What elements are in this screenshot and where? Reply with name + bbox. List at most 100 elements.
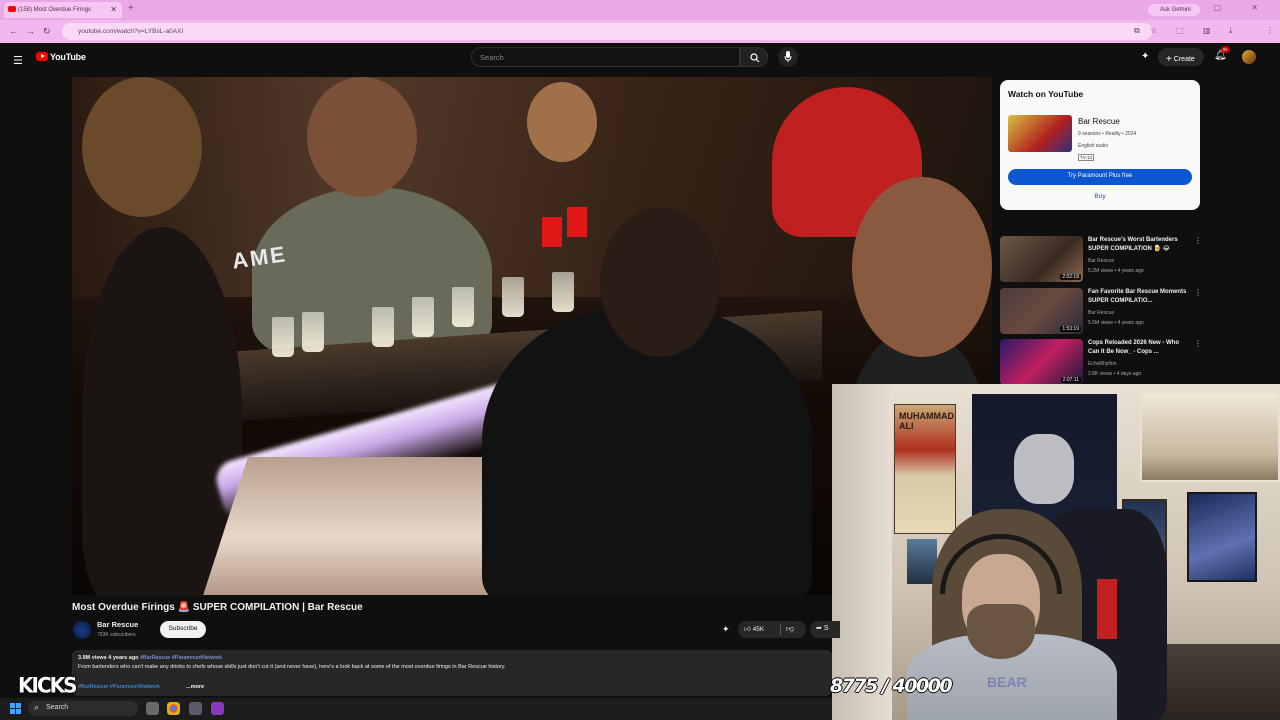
show-meta: 9 seasons • Reality • 2024: [1078, 131, 1137, 137]
duration-badge: 2:02:18: [1060, 274, 1081, 280]
show-name[interactable]: Bar Rescue: [1078, 117, 1120, 126]
forward-icon[interactable]: →: [26, 26, 35, 36]
channel-name[interactable]: Bar Rescue: [97, 620, 138, 629]
video-frame-figure: [600, 207, 720, 357]
webcam-streamer-beard: [967, 604, 1035, 659]
more-options-icon[interactable]: ⋮: [1194, 339, 1202, 348]
video-title-part2: SUPER COMPILATION | Bar Rescue: [192, 602, 363, 613]
voice-search-button[interactable]: [778, 47, 798, 67]
sidepanel-icon[interactable]: ▥: [1203, 26, 1211, 35]
video-frame-red-cup: [542, 217, 562, 247]
recommendation-title[interactable]: Bar Rescue's Worst Bartenders SUPER COMP…: [1088, 236, 1192, 253]
video-frame-glass: [272, 317, 294, 357]
video-frame-glass: [302, 312, 324, 352]
thumbs-up-icon[interactable]: 👍︎: [744, 626, 751, 633]
chrome-icon[interactable]: [167, 702, 180, 715]
taskbar-search[interactable]: ⌕ Search: [28, 701, 138, 716]
close-tab-icon[interactable]: ✕: [110, 5, 117, 14]
search-input[interactable]: Search: [471, 47, 740, 67]
create-button[interactable]: + Create: [1158, 48, 1204, 66]
browser-tab[interactable]: (158) Most Overdue Firings ✕: [4, 2, 122, 18]
webcam-poster-text: MUHAMMAD ALI: [899, 411, 954, 431]
video-frame-glass: [372, 307, 394, 347]
video-frame-glass: [502, 277, 524, 317]
views-and-date: 3.9M views 4 years ago: [78, 655, 139, 661]
gemini-sparkle-icon[interactable]: ✦: [1141, 51, 1149, 62]
video-title-part1: Most Overdue Firings: [72, 602, 175, 613]
extensions-icon[interactable]: ⬚: [1176, 26, 1184, 35]
video-frame-glass: [552, 272, 574, 312]
windows-start-icon[interactable]: [10, 703, 21, 714]
channel-avatar[interactable]: [73, 621, 91, 639]
url-field[interactable]: youtube.com/watch?v=LYBsL-a0AXI: [62, 23, 1152, 40]
recommendation-item[interactable]: 2:07:11 Cops Reloaded 2026 New - Who Can…: [1000, 339, 1202, 387]
share-label: S: [823, 625, 829, 632]
duration-badge: 1:53:19: [1060, 326, 1081, 332]
goal-counter-overlay: 8775 / 40000: [830, 675, 953, 697]
like-separator: [780, 624, 781, 635]
gemini-ask-icon[interactable]: ✦: [722, 624, 730, 635]
youtube-logo-icon[interactable]: [36, 52, 48, 61]
recommendation-channel[interactable]: Bar Rescue: [1088, 310, 1114, 316]
menu-kebab-icon[interactable]: ⋮: [1266, 26, 1274, 35]
watch-on-youtube-panel: Watch on YouTube Bar Rescue 9 seasons • …: [1000, 80, 1200, 210]
kicks-overlay-label: KICKS: [18, 672, 78, 698]
recommendation-meta: 5.5M views • 4 years ago: [1088, 320, 1144, 326]
thumbs-down-icon[interactable]: 👎︎: [786, 624, 794, 634]
duration-badge: 2:07:11: [1060, 377, 1081, 383]
back-icon[interactable]: ←: [9, 26, 18, 36]
webcam-painting: [1140, 392, 1280, 482]
settings-gear-icon[interactable]: [189, 702, 202, 715]
account-avatar[interactable]: [1242, 50, 1256, 64]
search-button[interactable]: [740, 47, 768, 67]
hoodie-text: BEAR: [987, 674, 1027, 690]
video-frame-figure: [307, 77, 417, 197]
recommendation-thumbnail[interactable]: 2:07:11: [1000, 339, 1083, 385]
bookmark-star-icon[interactable]: ☆: [1150, 26, 1157, 35]
app-icon[interactable]: [211, 702, 224, 715]
more-options-icon[interactable]: ⋮: [1194, 236, 1202, 245]
description-hashtags[interactable]: #BarRescue #ParamountNetwork: [78, 684, 160, 690]
description-box[interactable]: 3.9M views 4 years ago #BarRescue #Param…: [72, 650, 832, 696]
show-thumbnail[interactable]: [1008, 115, 1072, 152]
more-options-icon[interactable]: ⋮: [1194, 288, 1202, 297]
paramount-plus-button[interactable]: Try Paramount Plus free: [1008, 169, 1192, 185]
watch-panel-title: Watch on YouTube: [1008, 89, 1084, 99]
recommendation-title[interactable]: Fan Favorite Bar Rescue Moments SUPER CO…: [1088, 288, 1192, 305]
show-more-link[interactable]: ...more: [186, 684, 204, 690]
microphone-icon: [784, 51, 792, 62]
video-frame-glass: [412, 297, 434, 337]
task-view-icon[interactable]: [146, 702, 159, 715]
recommendation-thumbnail[interactable]: 2:02:18: [1000, 236, 1083, 282]
hamburger-menu-icon[interactable]: ☰: [13, 54, 23, 67]
downloads-icon[interactable]: ⤓: [1229, 26, 1233, 36]
webcam-door: [832, 384, 892, 720]
recommendation-title[interactable]: Cops Reloaded 2026 New - Who Can It Be N…: [1088, 339, 1192, 356]
like-dislike-group[interactable]: 👍︎ 45K 👎︎: [738, 621, 806, 638]
install-icon[interactable]: ⧉: [1134, 26, 1140, 36]
webcam-poster: MUHAMMAD ALI: [894, 404, 956, 534]
subscribe-button[interactable]: Subscribe: [160, 621, 206, 638]
recommendation-item[interactable]: 2:02:18 Bar Rescue's Worst Bartenders SU…: [1000, 236, 1202, 284]
recommendation-channel[interactable]: EchoRhythm: [1088, 361, 1117, 367]
search-placeholder: Search: [480, 53, 504, 62]
recommendation-thumbnail[interactable]: 1:53:19: [1000, 288, 1083, 334]
recommendation-meta: 2.8K views • 4 days ago: [1088, 371, 1142, 377]
video-frame-glass: [452, 287, 474, 327]
search-icon: ⌕: [34, 702, 40, 712]
buy-button[interactable]: Buy: [1008, 190, 1192, 204]
video-frame-figure: [527, 82, 597, 162]
reload-icon[interactable]: ↻: [43, 26, 51, 37]
window-controls[interactable]: – ▢ ✕: [1179, 3, 1272, 12]
tab-title: (158) Most Overdue Firings: [18, 7, 92, 13]
video-hashtags[interactable]: #BarRescue #ParamountNetwork: [140, 655, 222, 661]
browser-tab-bar: (158) Most Overdue Firings ✕ + Ask Gemin…: [0, 0, 1280, 20]
share-button[interactable]: ➦ S: [810, 621, 840, 638]
new-tab-button[interactable]: +: [128, 3, 134, 14]
recommendation-channel[interactable]: Bar Rescue: [1088, 258, 1114, 264]
video-stats: 3.9M views 4 years ago #BarRescue #Param…: [78, 655, 222, 661]
recommendation-item[interactable]: 1:53:19 Fan Favorite Bar Rescue Moments …: [1000, 288, 1202, 336]
youtube-favicon-icon: [8, 6, 16, 12]
youtube-wordmark[interactable]: YouTube: [50, 52, 86, 62]
search-icon: [750, 53, 760, 63]
